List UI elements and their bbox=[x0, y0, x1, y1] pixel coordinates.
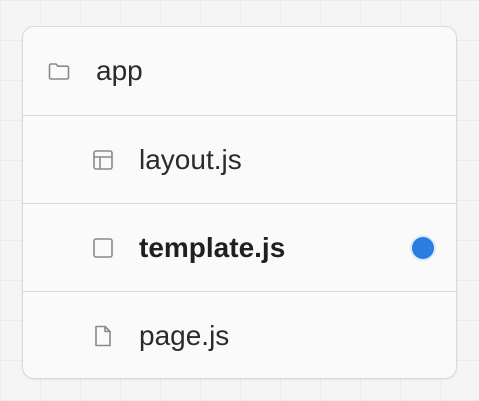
file-tree-card: app layout.js template.js page.js bbox=[22, 26, 457, 379]
tree-item-label: layout.js bbox=[139, 143, 242, 175]
square-icon bbox=[91, 236, 115, 260]
status-dot-indicator bbox=[412, 236, 434, 259]
tree-item-layout-js[interactable]: layout.js bbox=[23, 115, 456, 203]
folder-icon bbox=[47, 59, 71, 83]
tree-item-label: app bbox=[96, 55, 143, 86]
tree-item-template-js[interactable]: template.js bbox=[23, 203, 456, 291]
tree-item-label: page.js bbox=[139, 320, 230, 351]
layout-icon bbox=[91, 148, 115, 172]
tree-item-app-folder[interactable]: app bbox=[23, 27, 456, 115]
tree-item-page-js[interactable]: page.js bbox=[23, 291, 456, 378]
tree-item-label: template.js bbox=[139, 231, 286, 263]
file-icon bbox=[91, 324, 115, 348]
